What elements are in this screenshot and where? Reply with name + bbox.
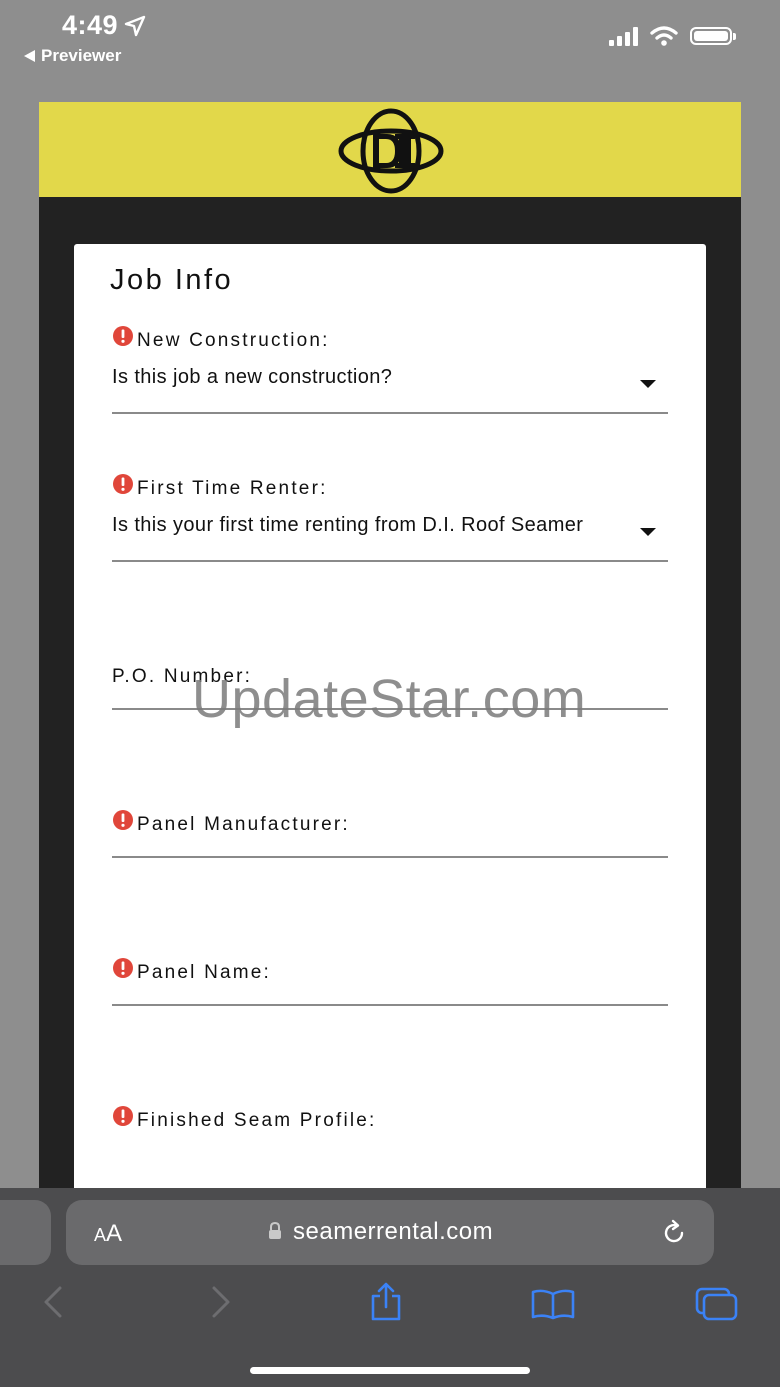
back-to-previewer[interactable]: Previewer xyxy=(24,46,121,66)
field-label: First Time Renter: xyxy=(112,474,668,500)
back-label: Previewer xyxy=(41,46,122,65)
bookmarks-icon[interactable] xyxy=(530,1288,576,1320)
tabs-icon[interactable] xyxy=(694,1286,740,1322)
field-label: Panel Manufacturer: xyxy=(112,810,668,836)
field-underline xyxy=(112,856,668,858)
dropdown-caret-icon[interactable] xyxy=(640,380,656,388)
first-time-renter-field[interactable]: First Time Renter: Is this your first ti… xyxy=(112,474,668,562)
web-page: Job Info New Construction: Is this job a… xyxy=(39,102,741,1202)
browser-toolbar: AA seamerrental.com xyxy=(0,1188,780,1387)
forward-arrow-icon[interactable] xyxy=(206,1284,236,1320)
field-underline xyxy=(112,560,668,562)
finished-seam-profile-field[interactable]: Finished Seam Profile: xyxy=(112,1106,668,1132)
field-underline xyxy=(112,412,668,414)
panel-name-field[interactable]: Panel Name: xyxy=(112,958,668,1006)
back-arrow-icon[interactable] xyxy=(38,1284,68,1320)
share-icon[interactable] xyxy=(368,1282,404,1322)
address-bar[interactable]: AA seamerrental.com xyxy=(66,1200,714,1265)
field-underline xyxy=(112,1004,668,1006)
watermark: UpdateStar.com xyxy=(192,669,587,729)
field-label: New Construction: xyxy=(112,326,668,352)
reload-icon[interactable] xyxy=(660,1219,688,1247)
field-label: Panel Name: xyxy=(112,958,668,984)
previous-tab-preview[interactable] xyxy=(0,1200,51,1265)
wifi-icon xyxy=(650,26,678,46)
status-indicators xyxy=(609,26,736,46)
site-header xyxy=(39,102,741,197)
required-alert-icon xyxy=(113,474,133,494)
home-indicator[interactable] xyxy=(250,1367,530,1374)
lock-icon xyxy=(269,1222,281,1239)
new-construction-select[interactable]: Is this job a new construction? xyxy=(112,366,668,389)
panel-manufacturer-field[interactable]: Panel Manufacturer: xyxy=(112,810,668,858)
url-text: seamerrental.com xyxy=(293,1218,494,1245)
required-alert-icon xyxy=(113,326,133,346)
battery-icon xyxy=(690,27,736,45)
required-alert-icon xyxy=(113,1106,133,1126)
new-construction-field[interactable]: New Construction: Is this job a new cons… xyxy=(112,326,668,414)
field-label: Finished Seam Profile: xyxy=(112,1106,668,1132)
back-triangle-icon xyxy=(24,50,35,62)
status-time: 4:49 xyxy=(62,10,146,41)
required-alert-icon xyxy=(113,810,133,830)
dropdown-caret-icon[interactable] xyxy=(640,528,656,536)
di-logo xyxy=(338,108,444,194)
first-time-renter-select[interactable]: Is this your first time renting from D.I… xyxy=(112,514,668,537)
cellular-signal-icon xyxy=(609,26,638,46)
location-arrow-icon xyxy=(124,15,146,36)
form-title: Job Info xyxy=(110,264,234,296)
time-text: 4:49 xyxy=(62,10,119,40)
required-alert-icon xyxy=(113,958,133,978)
text-size-button[interactable]: AA xyxy=(94,1220,122,1248)
